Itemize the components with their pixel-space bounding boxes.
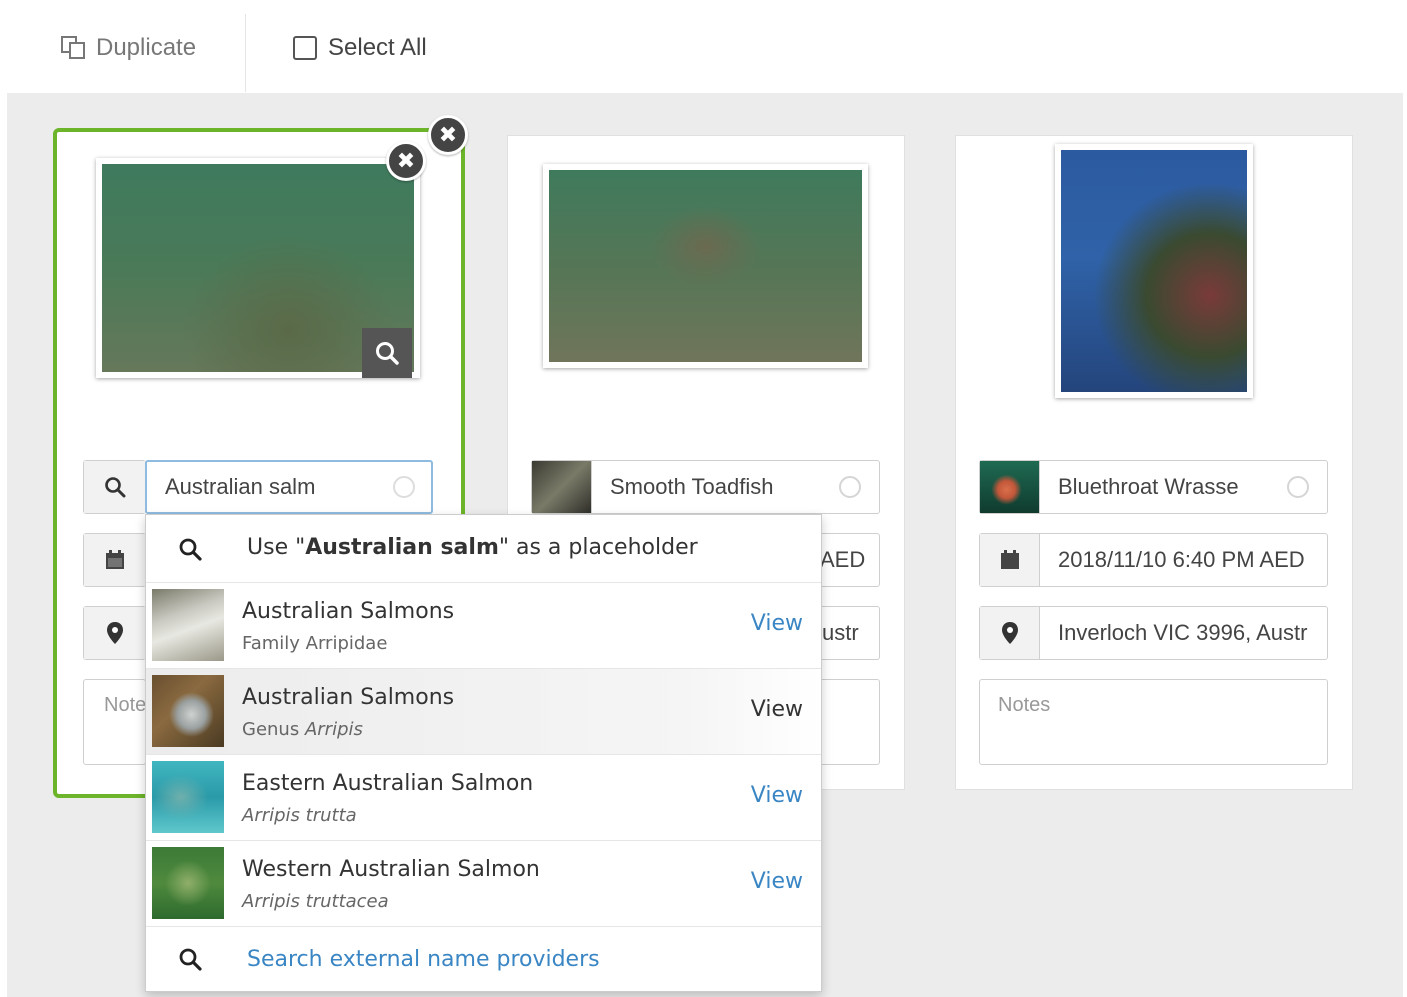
clear-input-icon[interactable] (1287, 476, 1309, 498)
taxon-result[interactable]: Western Australian Salmon Arripis trutta… (146, 841, 821, 927)
datetime-value: 2018/11/10 6:40 PM AED (1058, 547, 1305, 572)
search-external-providers-option[interactable]: Search external name providers (146, 927, 821, 991)
clear-input-icon[interactable] (839, 476, 861, 498)
taxon-result-name: Australian Salmons (242, 599, 455, 624)
view-taxon-link[interactable]: View (751, 697, 803, 722)
search-icon (179, 538, 202, 561)
calendar-icon (84, 534, 145, 586)
placeholder-option-label: Use "Australian salm" as a placeholder (247, 535, 698, 560)
taxon-field[interactable]: Smooth Toadfish (531, 460, 880, 514)
view-taxon-link[interactable]: View (751, 869, 803, 894)
taxon-result-name: Australian Salmons (242, 685, 455, 710)
taxon-result[interactable]: Australian Salmons Genus Arripis View (146, 669, 821, 755)
taxon-search-input-wrapper (145, 460, 433, 514)
map-marker-icon (980, 607, 1040, 659)
calendar-icon (980, 534, 1040, 586)
remove-observation-button[interactable]: ✖ (428, 115, 468, 155)
photo-thumbnail[interactable] (1055, 144, 1253, 398)
zoom-icon (376, 342, 399, 365)
taxon-result-rank: Family Arripidae (242, 633, 388, 654)
taxon-name: Bluethroat Wrasse (1058, 474, 1239, 499)
photo-thumbnail[interactable] (543, 164, 868, 368)
view-taxon-link[interactable]: View (751, 783, 803, 808)
taxon-name: Smooth Toadfish (610, 474, 774, 499)
toolbar: Duplicate Select All (0, 0, 1407, 93)
use-placeholder-option[interactable]: Use "Australian salm" as a placeholder (146, 515, 821, 583)
location-field[interactable]: Inverloch VIC 3996, Austr (979, 606, 1328, 660)
location-field[interactable] (83, 606, 146, 660)
zoom-photo-button[interactable] (362, 328, 412, 378)
duplicate-button[interactable]: Duplicate (60, 30, 196, 66)
taxon-photo (532, 461, 592, 513)
taxon-result-name: Eastern Australian Salmon (242, 771, 534, 796)
select-all-label: Select All (328, 34, 427, 61)
location-value: Inverloch VIC 3996, Austr (1058, 620, 1308, 645)
datetime-field[interactable] (83, 533, 146, 587)
taxon-autocomplete-dropdown: Use "Australian salm" as a placeholder A… (145, 514, 822, 992)
taxon-result-scientific-name: Arripis trutta (242, 805, 357, 826)
search-icon (84, 461, 145, 513)
taxon-result-photo (152, 847, 224, 919)
clear-input-icon[interactable] (393, 476, 415, 498)
view-taxon-link[interactable]: View (751, 611, 803, 636)
taxon-result-photo (152, 761, 224, 833)
taxon-photo (980, 461, 1040, 513)
taxon-result-rank: Genus Arripis (242, 719, 363, 740)
duplicate-label: Duplicate (96, 34, 197, 61)
select-all-checkbox[interactable] (293, 36, 317, 60)
map-marker-icon (84, 607, 145, 659)
search-external-label: Search external name providers (247, 947, 600, 972)
toolbar-divider (245, 14, 246, 92)
duplicate-icon (60, 35, 90, 61)
taxon-search-input[interactable] (147, 474, 393, 500)
taxon-result-photo (152, 675, 224, 747)
taxon-field[interactable]: Bluethroat Wrasse (979, 460, 1328, 514)
notes-textarea[interactable]: Notes (979, 679, 1328, 765)
search-icon (179, 948, 202, 971)
remove-photo-button[interactable]: ✖ (386, 141, 426, 181)
taxon-result[interactable]: Eastern Australian Salmon Arripis trutta… (146, 755, 821, 841)
taxon-result-scientific-name: Arripis truttacea (242, 891, 389, 912)
notes-textarea[interactable]: Notes (83, 679, 146, 765)
taxon-result[interactable]: Australian Salmons Family Arripidae View (146, 583, 821, 669)
select-all-button[interactable]: Select All (293, 30, 427, 66)
taxon-field (83, 460, 146, 514)
datetime-field[interactable]: 2018/11/10 6:40 PM AED (979, 533, 1328, 587)
taxon-result-name: Western Australian Salmon (242, 857, 540, 882)
taxon-result-photo (152, 589, 224, 661)
